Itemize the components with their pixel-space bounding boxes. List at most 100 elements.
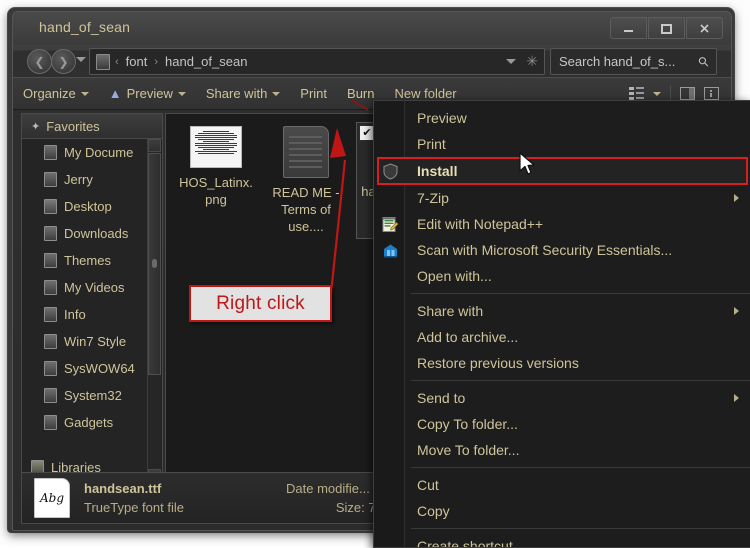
computer-icon — [96, 53, 110, 70]
context-menu-item-cut[interactable]: Cut — [374, 472, 750, 498]
sidebar-scrollbar[interactable] — [147, 139, 161, 482]
sidebar-item-gadgets[interactable]: Gadgets — [22, 409, 162, 436]
details-file-name: handsean.ttf — [84, 481, 162, 496]
back-button[interactable]: ❮ — [27, 49, 52, 74]
context-menu-label: Cut — [417, 477, 439, 493]
context-menu-label: Install — [417, 163, 458, 179]
chevron-down-icon — [177, 91, 186, 96]
file-name-label: HOS_Latinx.png — [179, 175, 253, 207]
sidebar-item-info[interactable]: Info — [22, 301, 162, 328]
context-menu-item-print[interactable]: Print — [374, 131, 750, 157]
preview-pane-icon[interactable] — [680, 87, 695, 100]
sidebar-item-label: Themes — [64, 253, 111, 268]
sidebar-item-favorites[interactable]: ✦ Favorites — [22, 114, 162, 139]
sidebar-item-jerry[interactable]: Jerry — [22, 166, 162, 193]
sidebar-item-label: My Videos — [64, 280, 125, 295]
context-menu-item-scan-with-mse[interactable]: Scan with Microsoft Security Essentials.… — [374, 237, 750, 263]
preview-button[interactable]: ▲ Preview — [99, 78, 196, 109]
context-menu-label: Restore previous versions — [417, 355, 579, 371]
context-menu-item-edit-with-notepadpp[interactable]: Edit with Notepad++ — [374, 211, 750, 237]
scroll-up-arrow-icon[interactable] — [148, 139, 161, 152]
context-menu-label: Copy To folder... — [417, 416, 518, 432]
chevron-down-icon[interactable] — [506, 58, 517, 64]
history-dropdown-icon[interactable] — [76, 57, 86, 62]
context-menu-item-send-to[interactable]: Send to — [374, 385, 750, 411]
sidebar-item-my-documents[interactable]: My Docume — [22, 139, 162, 166]
context-menu-item-move-to-folder[interactable]: Move To folder... — [374, 437, 750, 463]
context-menu-label: Edit with Notepad++ — [417, 216, 544, 232]
sidebar-item-label: SysWOW64 — [64, 361, 135, 376]
close-button[interactable] — [686, 17, 723, 39]
context-menu: Preview Print Install 7-Zip Edit with No… — [373, 100, 750, 548]
context-menu-item-install[interactable]: Install — [374, 158, 750, 184]
sidebar-item-win7-style[interactable]: Win7 Style — [22, 328, 162, 355]
sidebar-item-system32[interactable]: System32 — [22, 382, 162, 409]
context-menu-label: Print — [417, 136, 446, 152]
print-label: Print — [300, 86, 328, 101]
font-file-icon: Abg — [34, 478, 70, 518]
scrollbar-thumb[interactable] — [148, 153, 161, 375]
file-item-readme[interactable]: READ ME - Terms of use.... — [266, 122, 346, 239]
folder-icon — [44, 172, 57, 187]
submenu-arrow-icon — [734, 194, 739, 202]
search-box[interactable]: Search hand_of_s... ⚲ — [550, 48, 717, 75]
chevron-down-icon[interactable] — [653, 91, 661, 96]
context-menu-item-preview[interactable]: Preview — [374, 105, 750, 131]
refresh-icon[interactable]: ✳ — [526, 54, 538, 68]
context-menu-item-add-to-archive[interactable]: Add to archive... — [374, 324, 750, 350]
title-bar: hand_of_sean — [13, 12, 731, 45]
search-icon: ⚲ — [695, 52, 713, 70]
context-menu-separator — [411, 380, 750, 381]
address-bar[interactable]: ‹ font › hand_of_sean ✳ — [89, 48, 545, 75]
sidebar-item-label: Downloads — [64, 226, 129, 241]
context-menu-label: 7-Zip — [417, 190, 449, 206]
share-with-button[interactable]: Share with — [196, 78, 290, 109]
context-menu-item-open-with[interactable]: Open with... — [374, 263, 750, 289]
window-controls — [610, 17, 723, 39]
chevron-down-icon — [272, 91, 281, 96]
help-icon[interactable] — [704, 87, 719, 100]
breadcrumb-item-font[interactable]: font — [124, 54, 150, 69]
file-item-png[interactable]: HOS_Latinx.png — [176, 122, 256, 239]
search-input[interactable]: Search hand_of_s... — [559, 54, 675, 69]
context-menu-item-share-with[interactable]: Share with — [374, 298, 750, 324]
sidebar-item-label: Jerry — [64, 172, 93, 187]
desktop-folder-icon — [44, 199, 57, 214]
sidebar-item-syswow64[interactable]: SysWOW64 — [22, 355, 162, 382]
breadcrumb-separator: › — [154, 55, 159, 68]
context-menu-item-copy-to-folder[interactable]: Copy To folder... — [374, 411, 750, 437]
sidebar-item-my-videos[interactable]: My Videos — [22, 274, 162, 301]
breadcrumb-item-hand-of-sean[interactable]: hand_of_sean — [163, 54, 249, 69]
favorites-star-icon: ✦ — [31, 120, 41, 133]
sidebar-item-desktop[interactable]: Desktop — [22, 193, 162, 220]
downloads-folder-icon — [44, 226, 57, 241]
context-menu-label: Preview — [417, 110, 467, 126]
text-file-icon — [283, 126, 329, 178]
address-bar-row: ❮ ❯ ‹ font › hand_of_sean ✳ Search hand_… — [13, 45, 731, 77]
sidebar-item-label: Win7 Style — [64, 334, 127, 349]
print-button[interactable]: Print — [290, 78, 337, 109]
maximize-button[interactable] — [648, 17, 685, 39]
change-view-icon[interactable] — [629, 87, 644, 100]
organize-button[interactable]: Organize — [13, 78, 99, 109]
context-menu-item-restore-previous-versions[interactable]: Restore previous versions — [374, 350, 750, 376]
context-menu-label: Send to — [417, 390, 466, 406]
sidebar-item-label: Desktop — [64, 199, 112, 214]
forward-button[interactable]: ❯ — [51, 49, 76, 74]
breadcrumb-leading-separator: ‹ — [115, 55, 119, 68]
sidebar-item-label: Gadgets — [64, 415, 114, 430]
sidebar-item-downloads[interactable]: Downloads — [22, 220, 162, 247]
file-name-label: READ ME - Terms of use.... — [272, 185, 340, 234]
favorites-label: Favorites — [46, 118, 100, 134]
context-menu-item-7-zip[interactable]: 7-Zip — [374, 185, 750, 211]
window-title: hand_of_sean — [39, 19, 131, 35]
screenshot-root: hand_of_sean ❮ ❯ ‹ font › hand_of_sean ✳… — [0, 0, 750, 548]
notepad-plus-plus-icon — [382, 217, 399, 232]
context-menu-item-copy[interactable]: Copy — [374, 498, 750, 524]
minimize-button[interactable] — [610, 17, 647, 39]
folder-icon — [44, 253, 57, 268]
context-menu-label: Add to archive... — [417, 329, 519, 345]
context-menu-separator — [411, 528, 750, 529]
sidebar-item-themes[interactable]: Themes — [22, 247, 162, 274]
navigation-pane: ✦ Favorites My Docume Jerry Desktop Down… — [21, 113, 163, 484]
